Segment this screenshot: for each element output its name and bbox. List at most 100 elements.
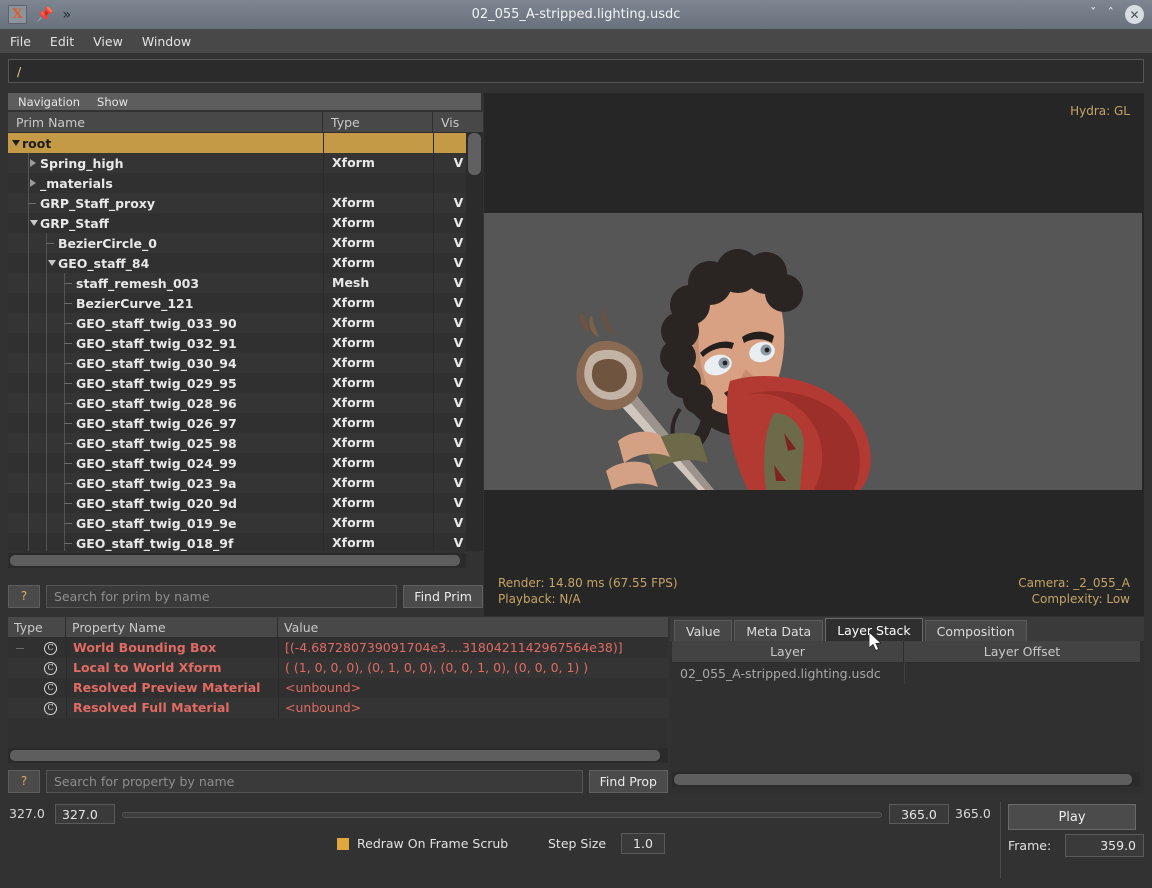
property-name-cell[interactable]: Resolved Preview Material — [66, 678, 278, 698]
layer-stack-horizontal-scroll-thumb[interactable] — [674, 774, 1132, 785]
tree-row-name-cell[interactable]: GEO_staff_twig_024_99 — [8, 453, 323, 473]
tree-row[interactable]: GEO_staff_twig_030_94XformV — [8, 353, 483, 373]
minimize-button[interactable]: ˇ — [1090, 8, 1097, 21]
tree-row-name-cell[interactable]: Spring_high — [8, 153, 323, 173]
tree-row-name-cell[interactable]: GEO_staff_twig_032_91 — [8, 333, 323, 353]
step-size-input[interactable]: 1.0 — [621, 833, 665, 854]
property-row[interactable]: Resolved Preview Material<unbound> — [8, 678, 668, 698]
tree-horizontal-scrollbar[interactable] — [8, 553, 466, 568]
tree-row[interactable]: GEO_staff_twig_033_90XformV — [8, 313, 483, 333]
tree-row[interactable]: GEO_staff_twig_025_98XformV — [8, 433, 483, 453]
tab-composition[interactable]: Composition — [925, 620, 1027, 641]
tree-row-name-cell[interactable]: GEO_staff_twig_019_9e — [8, 513, 323, 533]
property-value-cell[interactable]: [(-4.687280739091704e3....31804211429675… — [278, 638, 668, 658]
tree-row-name-cell[interactable]: GEO_staff_twig_030_94 — [8, 353, 323, 373]
close-button[interactable]: ✕ — [1125, 5, 1144, 24]
tree-row-name-cell[interactable]: staff_remesh_003 — [8, 273, 323, 293]
menu-item-view[interactable]: View — [93, 34, 123, 49]
tree-row[interactable]: _materials — [8, 173, 483, 193]
play-button[interactable]: Play — [1008, 804, 1136, 830]
tree-row[interactable]: root — [8, 133, 483, 153]
property-column-value[interactable]: Value — [278, 617, 668, 638]
tree-row-name-cell[interactable]: GEO_staff_twig_026_97 — [8, 413, 323, 433]
property-column-type[interactable]: Type — [8, 617, 66, 638]
tree-row-name-cell[interactable]: GEO_staff_twig_020_9d — [8, 493, 323, 513]
prim-search-help-button[interactable]: ? — [8, 585, 40, 608]
tree-row-name-cell[interactable]: GEO_staff_twig_025_98 — [8, 433, 323, 453]
tree-row[interactable]: GEO_staff_twig_029_95XformV — [8, 373, 483, 393]
property-row[interactable]: World Bounding Box[(-4.687280739091704e3… — [8, 638, 668, 658]
tree-row[interactable]: GRP_Staff_proxyXformV — [8, 193, 483, 213]
tree-row[interactable]: GEO_staff_twig_019_9eXformV — [8, 513, 483, 533]
tree-column-prim-name[interactable]: Prim Name — [8, 112, 323, 133]
redraw-checkbox[interactable] — [337, 838, 349, 850]
layer-stack-horizontal-scrollbar[interactable] — [672, 772, 1140, 787]
tree-row[interactable]: GEO_staff_twig_026_97XformV — [8, 413, 483, 433]
tree-row[interactable]: GEO_staff_twig_023_9aXformV — [8, 473, 483, 493]
tree-row[interactable]: GRP_StaffXformV — [8, 213, 483, 233]
pin-icon[interactable]: 📌 — [36, 8, 53, 22]
property-search-input[interactable]: Search for property by name — [46, 770, 583, 793]
tree-row[interactable]: staff_remesh_003MeshV — [8, 273, 483, 293]
property-name-cell[interactable]: Resolved Full Material — [66, 698, 278, 718]
tree-collapse-icon[interactable] — [12, 140, 20, 146]
tree-row[interactable]: GEO_staff_twig_024_99XformV — [8, 453, 483, 473]
tree-row[interactable]: Spring_highXformV — [8, 153, 483, 173]
tree-row-name-cell[interactable]: BezierCircle_0 — [8, 233, 323, 253]
menu-item-edit[interactable]: Edit — [50, 34, 74, 49]
property-horizontal-scroll-thumb[interactable] — [10, 750, 660, 761]
property-column-name[interactable]: Property Name — [66, 617, 278, 638]
tree-menu-show[interactable]: Show — [97, 95, 128, 109]
tree-row-name-cell[interactable]: GEO_staff_twig_023_9a — [8, 473, 323, 493]
tree-row-name-cell[interactable]: _materials — [8, 173, 323, 193]
tab-meta-data[interactable]: Meta Data — [734, 620, 823, 641]
find-prim-button[interactable]: Find Prim — [403, 585, 483, 608]
tree-row-name-cell[interactable]: GEO_staff_twig_033_90 — [8, 313, 323, 333]
redraw-on-frame-scrub-toggle[interactable]: Redraw On Frame Scrub — [337, 836, 508, 851]
tree-horizontal-scroll-thumb[interactable] — [10, 555, 460, 566]
tree-collapse-icon[interactable] — [48, 260, 56, 266]
maximize-button[interactable]: ˆ — [1108, 8, 1115, 21]
tree-row[interactable]: GEO_staff_twig_020_9dXformV — [8, 493, 483, 513]
tree-vertical-scrollbar[interactable] — [466, 133, 483, 551]
timeline-end-input[interactable]: 365.0 — [889, 804, 949, 824]
layer-stack-row[interactable]: 02_055_A-stripped.lighting.usdc — [672, 663, 1140, 684]
tree-row[interactable]: BezierCurve_121XformV — [8, 293, 483, 313]
tree-expand-icon[interactable] — [30, 159, 36, 167]
tree-row[interactable]: BezierCircle_0XformV — [8, 233, 483, 253]
menu-item-window[interactable]: Window — [142, 34, 191, 49]
tree-row[interactable]: GEO_staff_twig_028_96XformV — [8, 393, 483, 413]
viewport[interactable]: Hydra: GL Render: 14.80 ms (67.55 FPS) P… — [484, 93, 1144, 616]
timeline-slider-track[interactable] — [122, 812, 882, 818]
tree-column-type[interactable]: Type — [323, 112, 433, 133]
find-prop-button[interactable]: Find Prop — [589, 770, 668, 793]
tree-row-name-cell[interactable]: GEO_staff_twig_028_96 — [8, 393, 323, 413]
prim-path-bar[interactable]: / — [8, 59, 1144, 83]
render-area[interactable] — [484, 213, 1142, 490]
layer-column-offset[interactable]: Layer Offset — [904, 641, 1140, 663]
tree-row-name-cell[interactable]: BezierCurve_121 — [8, 293, 323, 313]
tree-vertical-scroll-thumb[interactable] — [468, 133, 481, 175]
tree-expand-icon[interactable] — [30, 179, 36, 187]
tree-row-name-cell[interactable]: GRP_Staff — [8, 213, 323, 233]
chevron-up-double-icon[interactable]: » — [62, 8, 71, 22]
property-horizontal-scrollbar[interactable] — [8, 748, 668, 763]
property-value-cell[interactable]: <unbound> — [278, 698, 668, 718]
timeline-start-input[interactable]: 327.0 — [55, 804, 115, 824]
tree-menu-navigation[interactable]: Navigation — [18, 95, 80, 109]
property-row[interactable]: Local to World Xform( (1, 0, 0, 0), (0, … — [8, 658, 668, 678]
property-value-cell[interactable]: ( (1, 0, 0, 0), (0, 1, 0, 0), (0, 0, 1, … — [278, 658, 668, 678]
property-value-cell[interactable]: <unbound> — [278, 678, 668, 698]
tree-row[interactable]: GEO_staff_twig_018_9fXformV — [8, 533, 483, 551]
prim-search-input[interactable]: Search for prim by name — [46, 585, 397, 608]
tree-collapse-icon[interactable] — [30, 220, 38, 226]
property-row[interactable]: Resolved Full Material<unbound> — [8, 698, 668, 718]
tree-row-name-cell[interactable]: GRP_Staff_proxy — [8, 193, 323, 213]
frame-input[interactable]: 359.0 — [1065, 834, 1144, 857]
property-name-cell[interactable]: Local to World Xform — [66, 658, 278, 678]
property-name-cell[interactable]: World Bounding Box — [66, 638, 278, 658]
tab-value[interactable]: Value — [674, 620, 732, 641]
tree-row-name-cell[interactable]: GEO_staff_84 — [8, 253, 323, 273]
tree-column-vis[interactable]: Vis — [433, 112, 483, 133]
tree-row-name-cell[interactable]: root — [8, 133, 323, 153]
